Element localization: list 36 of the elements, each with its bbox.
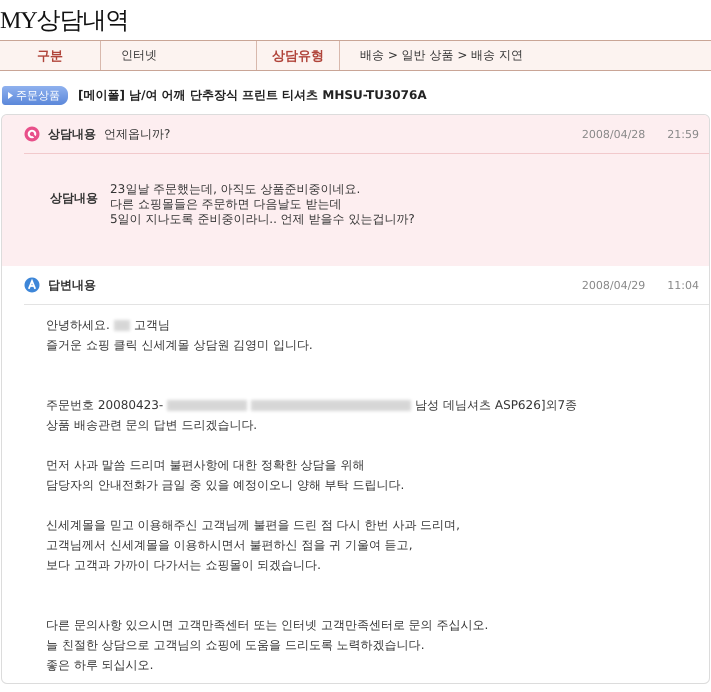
answer-text: 늘 친절한 상담으로 고객님의 쇼핑에 도움을 드리도록 노력하겠습니다. — [46, 637, 425, 654]
question-text: 5일이 지나도록 준비중이라니.. 언제 받을수 있는겁니까? — [110, 212, 415, 227]
order-badge: 주문상품 — [2, 86, 68, 104]
a-icon — [24, 277, 40, 293]
question-date: 2008/04/28 — [582, 128, 646, 140]
question-text: 23일날 주문했는데, 아직도 상품준비중이네요. — [110, 182, 362, 197]
answer-text: 먼저 사과 말씀 드리며 불편사항에 대한 정확한 상담을 위해 — [46, 457, 365, 474]
answer-text: 고객님께서 신세계몰을 이용하시면서 불편하신 점을 귀 기울여 듣고, — [46, 537, 413, 554]
info-value: 배송 > 일반 상품 > 배송 지연 — [339, 41, 711, 70]
answer-label: 답변내용 — [48, 276, 96, 294]
question-subject: 언제옵니까? — [104, 126, 170, 142]
answer-text: 담당자의 안내전화가 금일 중 있을 예정이오니 양해 부탁 드립니다. — [46, 477, 404, 494]
question-body-label: 상담내용 — [50, 190, 98, 207]
answer-text: 남성 데님셔츠 ASP626]외7종 — [415, 397, 578, 414]
product-name: [메이폴] 남/여 어깨 단추장식 프린트 티셔츠 MHSU-TU3076A — [78, 86, 427, 104]
answer-time: 11:04 — [667, 278, 699, 292]
info-label: 상담유형 — [256, 41, 339, 70]
answer-text: 신세계몰을 믿고 이용해주신 고객님께 불편을 드린 점 다시 한번 사과 드리며, — [46, 517, 460, 534]
question-label: 상담내용 — [48, 126, 96, 142]
answer-text: 안녕하세요. — [46, 317, 110, 334]
redacted-blur — [114, 320, 130, 330]
page-title: MY상담내역 — [0, 7, 130, 36]
info-label: 구분 — [36, 48, 64, 66]
question-time: 21:59 — [667, 128, 699, 140]
info-value: 인터넷 — [100, 41, 256, 70]
answer-text: 상품 배송관련 문의 답변 드리겠습니다. — [46, 417, 258, 434]
answer-text: 주문번호 20080423- — [46, 397, 164, 414]
answer-text: 즐거운 쇼핑 클릭 신세계몰 상담원 김영미 입니다. — [46, 337, 313, 354]
answer-text: 고객님 — [134, 317, 170, 334]
q-icon — [24, 126, 40, 142]
answer-date: 2008/04/29 — [582, 278, 646, 292]
answer-text: 좋은 하루 되십시오. — [46, 657, 154, 674]
answer-text: 다른 문의사항 있으시면 고객만족센터 또는 인터넷 고객만족센터로 문의 주십시오. — [46, 617, 488, 634]
triangle-icon — [8, 92, 13, 98]
answer-text: 보다 고객과 가까이 다가서는 쇼핑몰이 되겠습니다. — [46, 557, 321, 574]
question-text: 다른 쇼핑몰들은 주문하면 다음날도 받는데 — [110, 197, 342, 212]
